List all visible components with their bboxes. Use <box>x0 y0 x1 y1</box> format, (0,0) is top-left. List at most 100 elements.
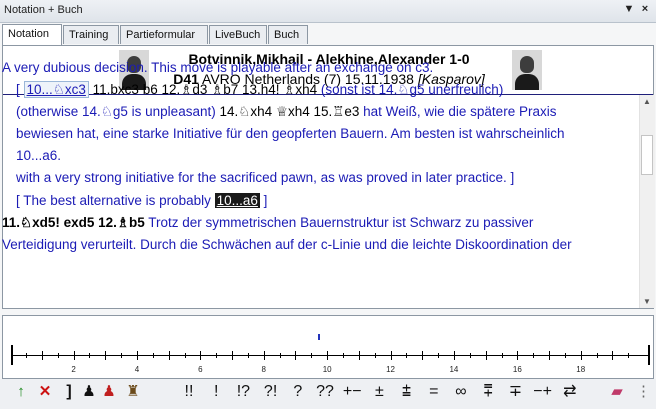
scroll-down-icon[interactable]: ▼ <box>643 297 651 306</box>
highlighted-move[interactable]: 10...a6 <box>214 192 260 208</box>
tab-training[interactable]: Training <box>63 25 119 44</box>
timeline-tick <box>26 353 27 358</box>
timeline-tick <box>57 353 59 358</box>
notation-line-5: 10...a6. <box>16 148 62 164</box>
red-pawn-icon[interactable]: ♟ <box>102 380 116 404</box>
dropdown-icon[interactable]: ▼ <box>622 3 636 15</box>
timeline-current-marker <box>318 334 320 340</box>
notation-line-9: Verteidigung verurteilt. Durch die Schwä… <box>2 236 572 252</box>
settings-icon[interactable]: ⋮ <box>636 380 651 404</box>
eraser-icon[interactable]: ▰ <box>608 380 626 404</box>
window-titlebar: Notation + Buch ▼ × <box>0 0 656 23</box>
timeline-label: 6 <box>198 365 203 374</box>
annotation-symbol-button[interactable]: +− <box>339 380 365 404</box>
annotation-symbol-button[interactable]: ⩲ <box>394 380 420 404</box>
tab-buch[interactable]: Buch <box>268 25 308 44</box>
arrow-up-green-icon[interactable]: ↑ <box>14 380 28 404</box>
bracket-icon[interactable]: ] <box>62 380 76 404</box>
timeline-tick <box>311 353 313 358</box>
notation-line-2: [ 10...♘xc3 11.bxc3 b6 12.♗d3 ♗b7 13.h4!… <box>16 81 504 99</box>
annotation-symbol-button[interactable]: ?! <box>258 380 284 404</box>
timeline-tick <box>628 353 630 358</box>
notation-line-1: A very dubious decision. This move is pl… <box>2 60 434 75</box>
timeline-label: 4 <box>134 365 140 374</box>
timeline-tick <box>596 353 598 358</box>
timeline-tick <box>390 351 392 360</box>
move-timeline[interactable]: 2 4 6 8 10 12 14 16 18 <box>2 315 654 379</box>
notation-line-8: 11.♘xd5! exd5 12.♗b5 Trotz der symmetris… <box>2 214 534 230</box>
annotation-symbol-button[interactable]: ∞ <box>448 380 474 404</box>
timeline-tick <box>612 351 614 360</box>
timeline-label: 14 <box>449 365 459 374</box>
timeline-label: 12 <box>386 365 395 374</box>
close-icon[interactable]: × <box>638 3 652 15</box>
timeline-tick <box>279 353 281 358</box>
annotation-symbol-button[interactable]: ⇄ <box>557 380 583 404</box>
vertical-scrollbar[interactable]: ▲ ▼ <box>639 95 655 308</box>
timeline-tick <box>501 353 503 358</box>
annotation-symbol-button[interactable]: ⩱ <box>475 380 501 404</box>
timeline-tick <box>73 351 75 360</box>
annotation-symbol-button[interactable]: ? <box>285 380 311 404</box>
timeline-label: 8 <box>261 365 266 374</box>
timeline-tick <box>232 351 234 360</box>
timeline-tick <box>564 353 566 358</box>
annotation-symbol-button[interactable]: !? <box>230 380 256 404</box>
timeline-tick <box>343 353 344 358</box>
timeline-tick <box>41 351 43 360</box>
timeline-tick <box>533 353 535 358</box>
annotation-symbol-button[interactable]: ?? <box>312 380 338 404</box>
scroll-thumb[interactable] <box>641 135 653 175</box>
timeline-tick <box>263 351 265 360</box>
timeline-tick <box>89 353 91 358</box>
annotation-symbol-button[interactable]: = <box>421 380 447 404</box>
timeline-tick <box>184 353 186 358</box>
scroll-up-icon[interactable]: ▲ <box>643 97 651 106</box>
timeline-tick <box>580 351 582 360</box>
notation-line-3: (otherwise 14.♘g5 is unpleasant) 14.♘xh4… <box>16 104 557 120</box>
window-title: Notation + Buch <box>4 4 83 16</box>
annotation-symbol-button[interactable]: !! <box>176 380 202 404</box>
notation-text: A very dubious decision. This move is pl… <box>2 57 630 256</box>
annotation-toolbar: ↑ ✕ ] ♟ ♟ ♜ !!!!??!??? +− ± ⩲ = ∞ ⩱ ∓ −+ ⇄ ▰ ⋮ <box>0 379 656 409</box>
timeline-tick <box>469 353 471 358</box>
timeline-tick <box>152 353 154 358</box>
timeline-tick <box>136 351 138 360</box>
current-move[interactable]: 10...♘xc3 <box>23 81 89 99</box>
timeline-tick <box>422 351 424 360</box>
notation-line-6: with a very strong initiative for the sa… <box>16 170 515 186</box>
timeline-tick <box>247 353 249 358</box>
tab-partieformular[interactable]: Partieformular <box>120 25 208 44</box>
tab-livebuch[interactable]: LiveBuch <box>209 25 267 44</box>
variation-moves[interactable]: 11.bxc3 b6 12.♗d3 ♗b7 13.h4! ♗xh4 <box>89 82 317 97</box>
timeline-tick <box>549 351 551 360</box>
black-pawn-icon[interactable]: ♟ <box>82 380 96 404</box>
annotation-symbol-button[interactable]: ∓ <box>502 380 528 404</box>
pieces-icon[interactable]: ♜ <box>122 380 144 404</box>
timeline-label: 10 <box>322 365 332 374</box>
timeline-label: 16 <box>512 365 522 374</box>
tab-notation[interactable]: Notation <box>2 24 62 45</box>
timeline-end <box>648 345 650 365</box>
annotation-symbol-button[interactable]: −+ <box>530 380 556 404</box>
timeline-tick <box>216 353 218 358</box>
timeline-tick <box>485 351 487 360</box>
annotation-symbol-button[interactable]: ! <box>203 380 229 404</box>
delete-red-icon[interactable]: ✕ <box>38 380 52 404</box>
variation-moves-2[interactable]: 14.♘xh4 ♕xh4 15.♖e3 <box>216 104 359 119</box>
timeline-tick <box>327 351 329 360</box>
notation-line-7: [ The best alternative is probably 10...… <box>16 192 268 208</box>
timeline-tick <box>453 351 455 360</box>
timeline-tick <box>200 351 202 360</box>
timeline-tick <box>438 353 440 358</box>
annotation-symbol-button[interactable]: ± <box>366 380 392 404</box>
timeline-tick <box>168 351 170 360</box>
notation-window: Notation + Buch ▼ × Notation Training Pa… <box>0 0 656 409</box>
timeline-label: 2 <box>71 365 76 374</box>
timeline-start <box>11 345 13 365</box>
timeline-tick <box>295 351 297 360</box>
timeline-tick <box>406 353 408 358</box>
main-line-moves[interactable]: 11.♘xd5! exd5 12.♗b5 <box>2 215 145 230</box>
timeline-tick <box>358 351 360 360</box>
timeline-tick <box>105 351 107 360</box>
